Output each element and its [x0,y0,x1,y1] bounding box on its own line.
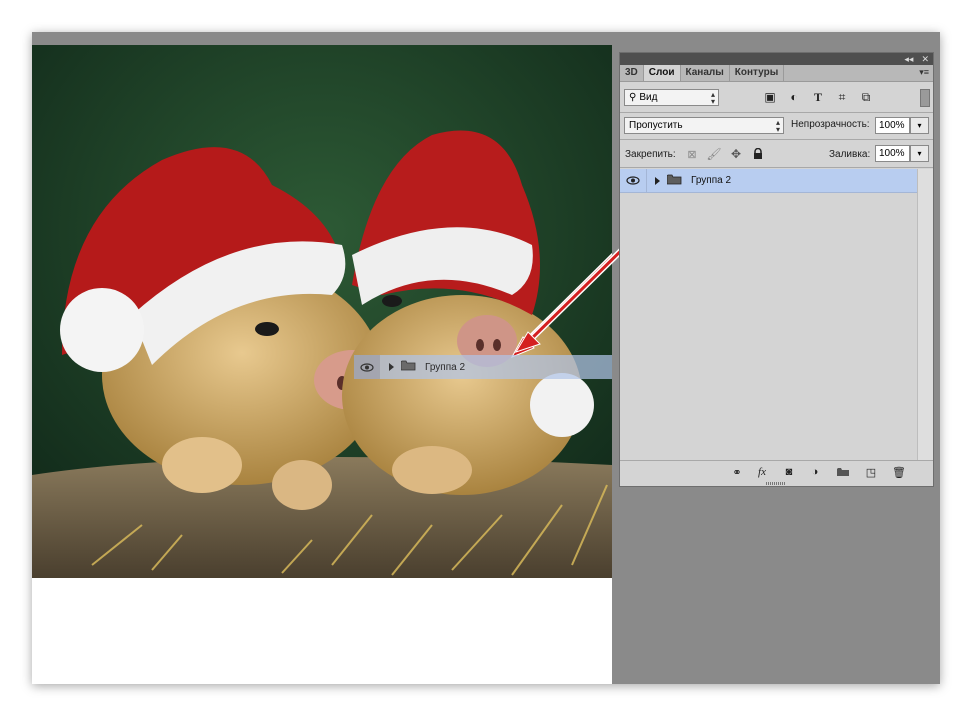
expand-triangle-icon[interactable] [655,176,660,185]
new-layer-icon[interactable]: ◳ [864,465,878,479]
fx-icon[interactable]: fx [755,465,769,479]
search-icon: ⚲ [629,92,637,103]
trash-icon[interactable]: 🗑 [892,465,906,479]
new-group-icon[interactable] [836,465,850,479]
eye-icon [626,176,640,185]
link-layers-icon[interactable]: ⚭ [730,465,744,479]
tab-channels[interactable]: Каналы [681,65,730,81]
updown-caret-icon: ▴ ▾ [710,90,715,106]
dragged-layer-ghost: Группа 2 [354,355,612,379]
smart-object-filter-icon[interactable]: ⧉ [859,90,873,104]
folder-icon [666,174,682,188]
updown-caret-icon: ▴ ▾ [775,118,780,134]
image-filter-icon[interactable]: ▣ [763,90,777,104]
tab-layers[interactable]: Слои [643,65,681,81]
fill-input[interactable]: 100% [875,145,910,162]
resize-grip[interactable] [766,482,786,485]
eye-icon [354,355,380,379]
lock-transparency-icon[interactable]: ⊠ [685,147,699,161]
layer-filter-select[interactable]: ⚲ Вид ▴ ▾ [624,89,719,106]
blend-mode-value: Пропустить [629,120,683,131]
layers-list[interactable]: Группа 2 [620,169,918,461]
layers-panel: ◂◂ ✕ 3D Слои Каналы Контуры ▾≡ ⚲ Вид ▴ ▾ … [619,52,934,487]
lock-brush-icon[interactable]: 🖌 [706,147,721,161]
filter-toggle-switch[interactable] [920,89,930,107]
document-canvas[interactable]: Группа 2 [32,45,612,684]
layer-name[interactable]: Группа 2 [691,175,731,186]
fill-dropdown-button[interactable]: ▾ [910,145,929,162]
expand-triangle-icon [389,363,394,371]
layers-scrollbar[interactable] [917,169,933,461]
tab-paths[interactable]: Контуры [730,65,785,81]
lock-all-icon[interactable] [751,147,765,161]
divider [620,139,933,140]
lock-move-icon[interactable]: ✥ [729,147,743,161]
shape-filter-icon[interactable]: ⌗ [835,90,849,104]
opacity-input[interactable]: 100% [875,117,910,134]
folder-icon [400,360,416,374]
tab-3d[interactable]: 3D [620,65,644,81]
panel-titlebar: ◂◂ ✕ [620,53,933,65]
panel-footer: ⚭ fx ◙ ◑ ◳ 🗑 [620,460,933,486]
filter-value: Вид [639,92,658,103]
adjustment-filter-icon[interactable]: ◐ [787,90,801,104]
opacity-dropdown-button[interactable]: ▾ [910,117,929,134]
layer-row-group-2[interactable]: Группа 2 [620,169,918,193]
chevron-down-icon: ▾ [917,149,922,158]
panel-tabs: 3D Слои Каналы Контуры ▾≡ [620,65,933,82]
collapse-icon[interactable]: ◂◂ [904,54,913,65]
photo-image [32,45,612,578]
fill-label: Заливка: [829,149,871,160]
add-mask-icon[interactable]: ◙ [782,465,796,479]
panel-menu-icon[interactable]: ▾≡ [919,67,929,78]
close-icon[interactable]: ✕ [921,54,929,65]
divider [620,112,933,113]
visibility-toggle[interactable] [620,169,647,192]
lock-label: Закрепить: [625,149,676,160]
adjustment-layer-icon[interactable]: ◑ [808,465,822,479]
divider [620,167,933,168]
opacity-label: Непрозрачность: [791,119,870,130]
type-filter-icon[interactable]: T [811,90,825,104]
blend-mode-select[interactable]: Пропустить ▴ ▾ [624,117,784,134]
photo-two-piglets-santa-hats [32,45,612,578]
dragged-layer-label: Группа 2 [425,361,466,373]
chevron-down-icon: ▾ [917,121,922,130]
